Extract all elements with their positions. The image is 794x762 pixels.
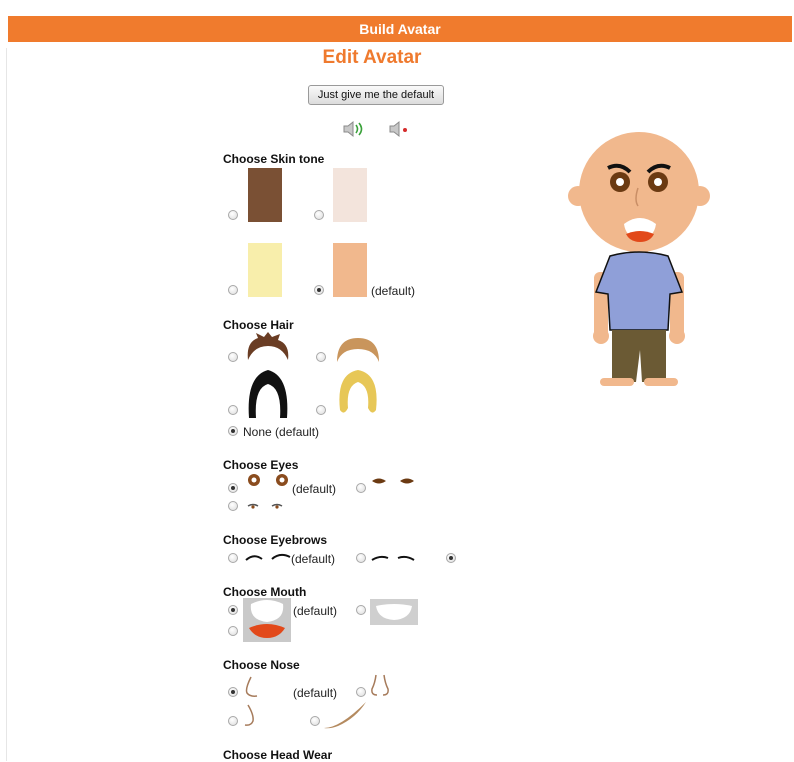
skin-tone-default-label: (default) [371, 284, 416, 298]
skin-tone-radio-2[interactable] [314, 210, 324, 220]
nose-hooked-icon[interactable] [242, 675, 260, 701]
speaker-on-icon[interactable] [341, 119, 365, 139]
nose-radio-3[interactable] [228, 716, 238, 726]
skin-tone-swatch-light[interactable] [333, 168, 367, 222]
hair-radio-none[interactable] [228, 426, 238, 436]
eyes-default-label: (default) [292, 482, 337, 496]
avatar-shirt [594, 251, 684, 331]
default-avatar-button[interactable]: Just give me the default [308, 85, 444, 105]
eyes-round-brown-icon[interactable] [244, 472, 292, 490]
app-header: Build Avatar [8, 16, 792, 42]
nose-long-icon[interactable] [322, 700, 368, 730]
skin-tone-radio-3[interactable] [228, 285, 238, 295]
skin-tone-swatch-peach[interactable] [333, 243, 367, 297]
mouth-radio-1[interactable] [228, 605, 238, 615]
hair-none-label: None (default) [243, 425, 320, 439]
eyebrows-radio-1[interactable] [228, 553, 238, 563]
skin-tone-title: Choose Skin tone [223, 152, 325, 166]
speaker-muted-icon[interactable] [387, 119, 411, 139]
hair-short-tan-icon[interactable] [334, 336, 382, 364]
hair-radio-1[interactable] [228, 352, 238, 362]
nose-title: Choose Nose [223, 658, 300, 672]
skin-tone-radio-4[interactable] [314, 285, 324, 295]
eyes-radio-1[interactable] [228, 483, 238, 493]
hair-radio-3[interactable] [228, 405, 238, 415]
avatar-preview [568, 132, 710, 386]
mouth-radio-3[interactable] [356, 605, 366, 615]
eyes-narrow-brown-icon[interactable] [370, 476, 420, 490]
hair-radio-4[interactable] [316, 405, 326, 415]
hair-radio-2[interactable] [316, 352, 326, 362]
eyes-title: Choose Eyes [223, 458, 299, 472]
hair-long-black-icon[interactable] [244, 366, 292, 418]
eyebrows-arched-icon[interactable] [244, 551, 292, 563]
nose-radio-1[interactable] [228, 687, 238, 697]
skin-tone-radio-1[interactable] [228, 210, 238, 220]
left-border [6, 48, 7, 761]
mouth-default-label: (default) [293, 604, 338, 618]
mouth-title: Choose Mouth [223, 585, 307, 599]
page-title: Edit Avatar [322, 47, 422, 68]
skin-tone-swatch-pale-yellow[interactable] [248, 243, 282, 297]
head-wear-title: Choose Head Wear [223, 748, 333, 762]
skin-tone-swatch-dark[interactable] [248, 168, 282, 222]
hair-spiky-brown-icon[interactable] [244, 332, 292, 362]
avatar-feet [600, 378, 678, 386]
avatar-pants [612, 330, 666, 382]
eyes-radio-2[interactable] [356, 483, 366, 493]
hair-title: Choose Hair [223, 318, 294, 332]
mouth-closed-icon[interactable] [370, 599, 418, 625]
nose-radio-4[interactable] [310, 716, 320, 726]
nose-side-icon[interactable] [242, 703, 258, 729]
nose-default-label: (default) [293, 686, 338, 700]
hair-long-blonde-icon[interactable] [334, 366, 382, 416]
eyes-sleepy-icon[interactable] [244, 500, 290, 512]
nose-round-icon[interactable] [369, 673, 391, 699]
nose-radio-2[interactable] [356, 687, 366, 697]
eyebrows-radio-3[interactable] [446, 553, 456, 563]
eyebrows-title: Choose Eyebrows [223, 533, 328, 547]
eyebrows-radio-2[interactable] [356, 553, 366, 563]
header-title: Build Avatar [359, 21, 441, 37]
mouth-open-icon[interactable] [243, 598, 291, 642]
eyes-radio-3[interactable] [228, 501, 238, 511]
mouth-radio-2[interactable] [228, 626, 238, 636]
eyebrows-default-label: (default) [291, 552, 336, 566]
eyebrows-flat-icon[interactable] [370, 553, 416, 563]
